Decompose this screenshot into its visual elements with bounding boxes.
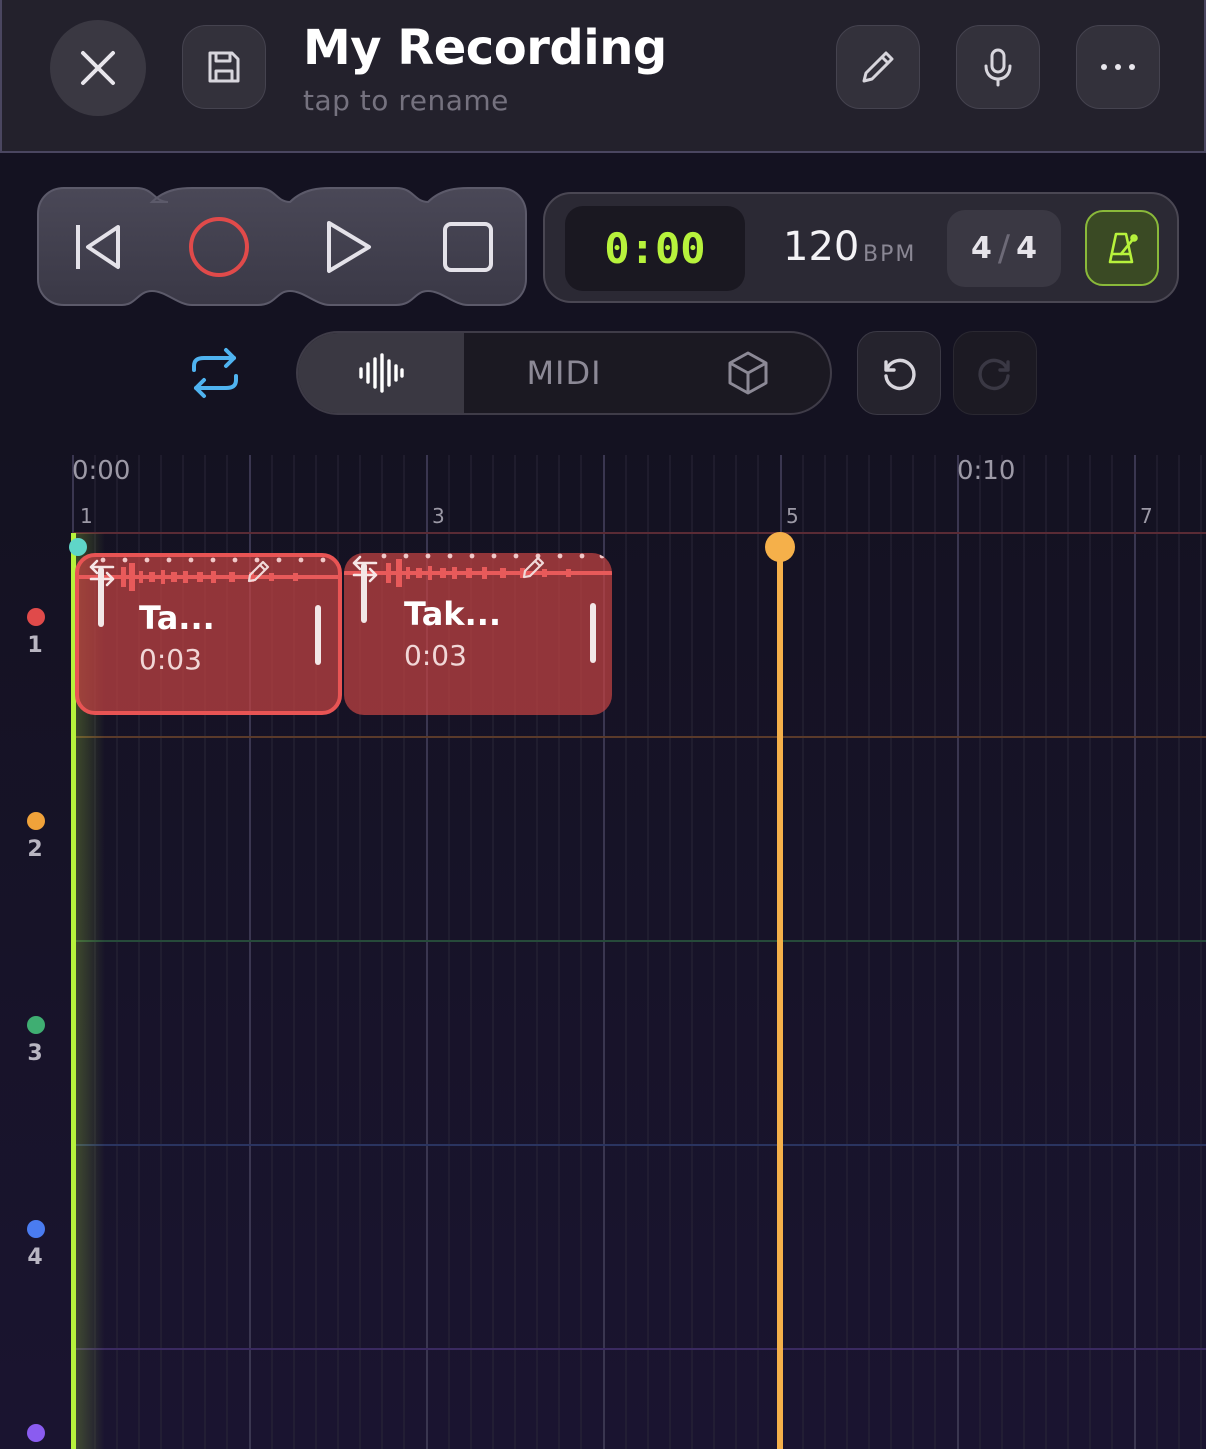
clip-duration: 0:03 (404, 639, 467, 672)
clip-trim-handle-right[interactable] (590, 603, 596, 663)
track-color-dot (27, 1016, 45, 1034)
track-number[interactable]: 3 (0, 1041, 70, 1066)
track-number[interactable]: 1 (0, 633, 70, 658)
bar-number: 1 (80, 504, 93, 528)
undo-icon (884, 358, 916, 391)
tab-midi[interactable]: MIDI (464, 333, 664, 413)
metronome-button[interactable] (1085, 210, 1159, 286)
audio-clip[interactable]: Tak... 0:03 (344, 553, 612, 715)
edit-button[interactable] (836, 25, 920, 109)
skip-to-start-button[interactable] (36, 186, 159, 307)
track-color-dot (27, 1220, 45, 1238)
clip-duration: 0:03 (139, 643, 202, 676)
close-icon (81, 51, 115, 85)
save-button[interactable] (182, 25, 266, 109)
more-options-button[interactable] (1076, 25, 1160, 109)
undo-button[interactable] (857, 331, 941, 415)
timecode-panel: 0:00 120 BPM 4 / 4 (543, 192, 1179, 303)
mic-icon (984, 48, 1012, 87)
sig-numerator: 4 (971, 231, 992, 266)
timeline-area[interactable]: 0:00 0:10 1 3 5 7 1 2 3 4 Ta... 0:03 Tak… (0, 440, 1206, 1449)
record-icon (188, 216, 249, 277)
waveform-icon (359, 353, 404, 393)
clip-waveform (344, 559, 612, 587)
project-title[interactable]: My Recording (303, 20, 667, 76)
bar-number: 3 (432, 504, 445, 528)
bar-number: 7 (1140, 504, 1153, 528)
more-icon (1101, 64, 1135, 70)
sig-slash: / (997, 228, 1011, 269)
tempo-unit: BPM (863, 242, 917, 267)
bar-number: 5 (786, 504, 799, 528)
sig-denominator: 4 (1016, 231, 1037, 266)
cube-icon (728, 351, 768, 395)
close-button[interactable] (50, 20, 146, 116)
play-button[interactable] (286, 186, 409, 307)
transport-controls (36, 186, 528, 307)
redo-icon (978, 358, 1010, 391)
redo-button[interactable] (953, 331, 1037, 415)
loop-toggle[interactable] (186, 344, 244, 402)
swap-icon[interactable] (350, 553, 380, 583)
time-signature[interactable]: 4 / 4 (947, 210, 1061, 287)
pencil-icon[interactable] (245, 557, 273, 585)
clip-name: Ta... (139, 599, 215, 637)
header-bar: My Recording tap to rename (0, 0, 1206, 153)
skip-back-icon (75, 224, 120, 269)
tab-audio[interactable] (298, 333, 464, 413)
audio-clip[interactable]: Ta... 0:03 (75, 553, 342, 715)
clip-name: Tak... (404, 595, 502, 633)
play-icon (326, 220, 371, 273)
track-number[interactable]: 2 (0, 837, 70, 862)
tempo-value[interactable]: 120 (783, 224, 859, 270)
metronome-icon (1108, 232, 1138, 264)
track-number[interactable]: 4 (0, 1245, 70, 1270)
rename-hint[interactable]: tap to rename (303, 84, 509, 117)
clip-waveform (79, 563, 338, 591)
tab-instrument[interactable] (664, 333, 830, 413)
pencil-icon[interactable] (520, 553, 548, 581)
microphone-button[interactable] (956, 25, 1040, 109)
ruler-time-label: 0:10 (957, 456, 1016, 486)
track-color-dot (27, 1424, 45, 1442)
clip-trim-handle-right[interactable] (315, 605, 321, 665)
swap-icon[interactable] (87, 557, 117, 587)
record-button[interactable] (157, 186, 280, 307)
stop-icon (442, 221, 493, 272)
save-icon (208, 51, 240, 83)
pencil-icon (862, 51, 894, 83)
ruler-time-label: 0:00 (72, 456, 131, 486)
stop-button[interactable] (406, 186, 529, 307)
track-color-dot (27, 812, 45, 830)
loop-icon (192, 348, 238, 398)
time-display: 0:00 (565, 206, 745, 291)
track-type-selector: MIDI (296, 331, 832, 415)
track-color-dot (27, 608, 45, 626)
